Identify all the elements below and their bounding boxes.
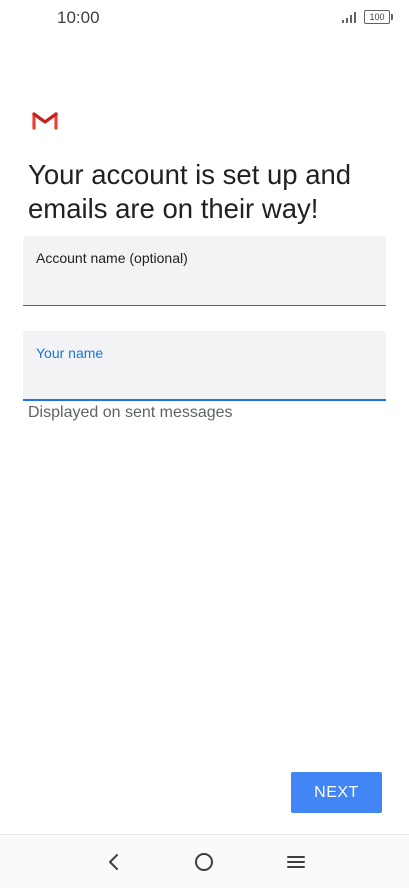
account-name-underline	[23, 305, 386, 306]
account-name-input[interactable]	[36, 272, 371, 294]
hamburger-menu-icon	[287, 856, 305, 868]
menu-button[interactable]	[281, 847, 311, 877]
home-button[interactable]	[189, 847, 219, 877]
your-name-field[interactable]: Your name	[23, 331, 386, 401]
status-time: 10:00	[57, 8, 100, 27]
your-name-helper-text: Displayed on sent messages	[28, 404, 233, 421]
page-title: Your account is set up and emails are on…	[28, 159, 352, 224]
navigation-bar	[0, 834, 409, 888]
back-button[interactable]	[99, 847, 129, 877]
your-name-input[interactable]	[36, 367, 371, 389]
circle-home-icon	[195, 853, 213, 871]
chevron-left-icon	[109, 854, 118, 870]
signal-bars-icon	[342, 11, 356, 23]
account-name-field[interactable]: Account name (optional)	[23, 236, 386, 306]
status-icons: 100	[342, 10, 393, 24]
your-name-underline	[23, 399, 386, 401]
account-name-label: Account name (optional)	[36, 250, 188, 266]
gmail-logo-icon	[32, 112, 58, 130]
next-button[interactable]: NEXT	[291, 772, 382, 813]
battery-icon: 100	[364, 10, 393, 24]
status-bar: 10:00 100	[0, 0, 409, 40]
your-name-label: Your name	[36, 345, 104, 361]
battery-level: 100	[369, 11, 385, 22]
